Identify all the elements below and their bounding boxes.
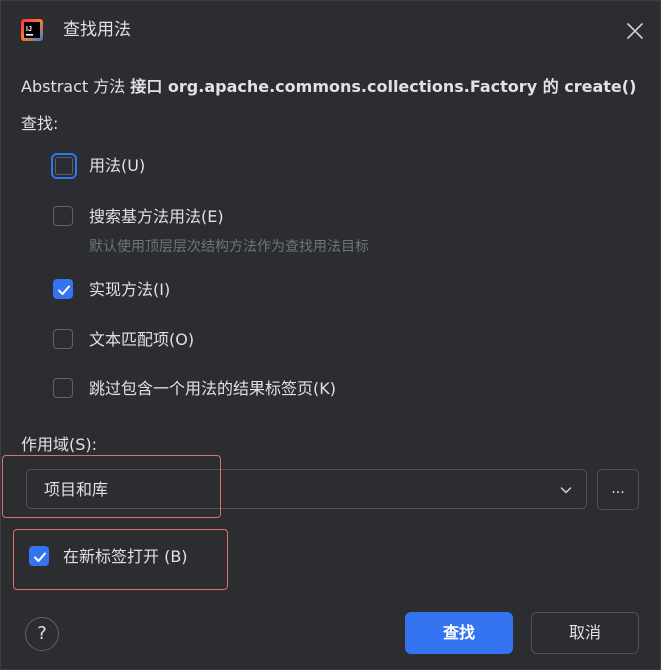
target-signature: 接口 org.apache.commons.collections.Factor… [130,77,637,96]
implementing-methods-label: 实现方法(I) [89,280,171,299]
usages-label: 用法(U) [89,156,146,175]
target-prefix: Abstract 方法 [21,77,131,96]
base-method-usages-checkbox[interactable] [53,206,73,226]
title-bar: IJ 查找用法 [1,1,660,61]
scope-highlight-box [2,455,221,518]
scope-label: 作用域(S): [21,435,98,454]
skip-single-usage-tab-checkbox[interactable] [53,378,73,398]
implementing-methods-checkbox[interactable] [53,279,73,299]
option-text-occurrences[interactable]: 文本匹配项(O) [51,327,351,355]
svg-text:IJ: IJ [26,26,32,33]
option-skip-single-usage-tab[interactable]: 跳过包含一个用法的结果标签页(K) [51,376,391,404]
base-method-usages-label: 搜索基方法用法(E) [89,207,224,226]
usages-checkbox[interactable] [51,153,77,179]
chevron-down-icon [560,487,572,494]
checkmark-icon [58,285,70,295]
skip-single-usage-tab-label: 跳过包含一个用法的结果标签页(K) [89,379,336,398]
text-occurrences-label: 文本匹配项(O) [89,330,195,349]
find-button[interactable]: 查找 [405,612,513,654]
text-occurrences-checkbox[interactable] [53,329,73,349]
find-section-label: 查找: [21,114,59,133]
option-implementing-methods[interactable]: 实现方法(I) [51,277,351,305]
close-icon[interactable] [623,19,647,43]
scope-more-button[interactable]: ... [597,469,639,510]
option-base-method-usages[interactable]: 搜索基方法用法(E) [51,204,351,232]
new-tab-highlight-box [13,529,228,590]
target-description: Abstract 方法 接口 org.apache.commons.collec… [21,76,636,98]
find-usages-dialog: IJ 查找用法 Abstract 方法 接口 org.apache.common… [0,0,661,670]
cancel-button[interactable]: 取消 [531,612,639,654]
help-button[interactable]: ? [25,617,59,651]
intellij-logo-icon: IJ [21,19,43,41]
base-method-hint: 默认使用顶层层次结构方法作为查找用法目标 [89,239,369,255]
dialog-title: 查找用法 [63,20,131,40]
option-usages[interactable]: 用法(U) [51,153,351,181]
